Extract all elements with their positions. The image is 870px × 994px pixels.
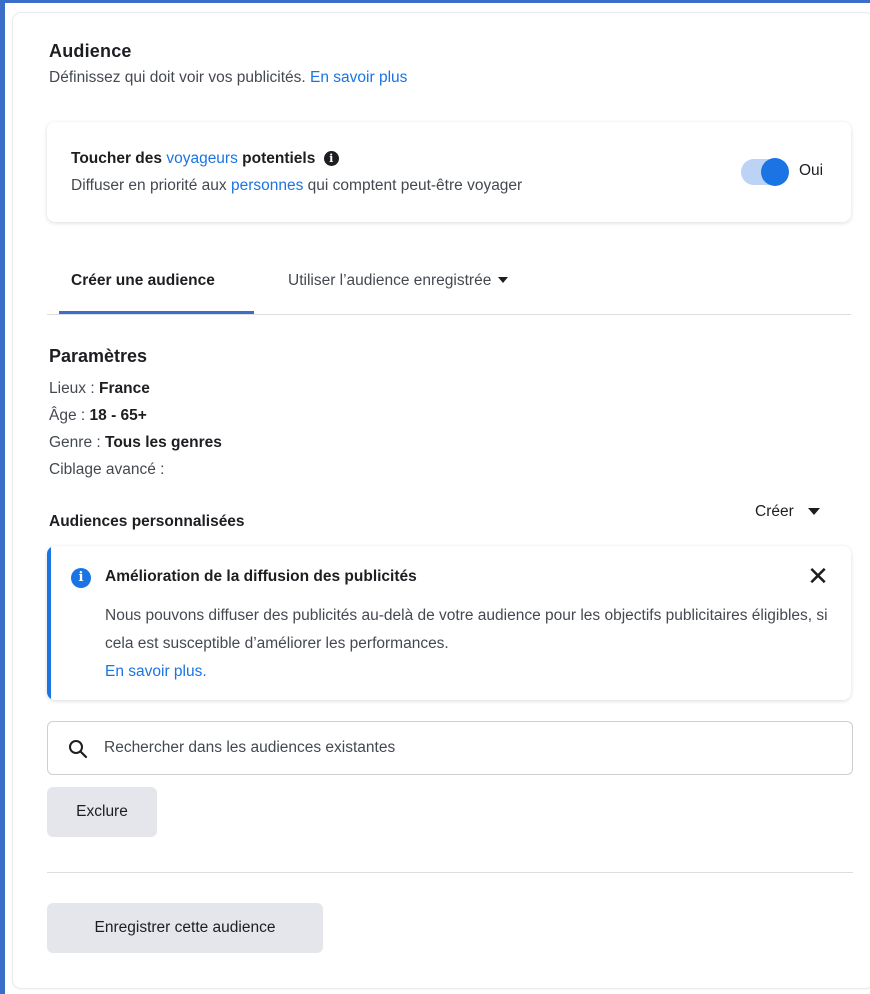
travel-title: Toucher des voyageurs potentiels i (71, 150, 339, 168)
notice-body: Nous pouvons diffuser des publicités au-… (105, 602, 835, 686)
param-location-label: Lieux : (49, 380, 95, 397)
travel-description: Diffuser en priorité aux personnes qui c… (71, 177, 522, 195)
parameters-title: Paramètres (49, 346, 148, 366)
tab-create-audience[interactable]: Créer une audience (59, 263, 254, 314)
delivery-notice: i Amélioration de la diffusion des publi… (47, 546, 851, 700)
divider (47, 872, 853, 873)
tab-create-audience-label: Créer une audience (71, 272, 215, 289)
caret-down-icon (807, 508, 820, 515)
notice-learn-more-link[interactable]: En savoir plus. (105, 663, 207, 680)
param-age-value: 18 - 65+ (89, 407, 147, 424)
toggle-label: Oui (799, 162, 824, 179)
audience-search[interactable] (47, 721, 853, 775)
people-link[interactable]: personnes (231, 177, 303, 194)
create-dropdown-button[interactable]: Créer (755, 503, 820, 521)
param-advanced: Ciblage avancé : (49, 461, 164, 479)
travelers-link[interactable]: voyageurs (166, 150, 238, 167)
param-gender-value: Tous les genres (105, 434, 222, 451)
caret-down-icon (498, 277, 509, 283)
notice-body-text: Nous pouvons diffuser des publicités au-… (105, 607, 828, 652)
param-age: Âge : 18 - 65+ (49, 407, 147, 425)
param-age-label: Âge : (49, 407, 86, 424)
section-title: Audience (49, 41, 132, 61)
window-frame: Audience Définissez qui doit voir vos pu… (0, 0, 870, 994)
param-location: Lieux : France (49, 380, 150, 398)
info-icon[interactable]: i (323, 151, 339, 166)
param-gender-label: Genre : (49, 434, 101, 451)
travel-title-suffix: potentiels (242, 150, 316, 167)
exclude-button[interactable]: Exclure (47, 787, 157, 837)
tab-saved-audience[interactable]: Utiliser l’audience enregistrée (288, 263, 509, 314)
section-subtitle: Définissez qui doit voir vos publicités.… (49, 69, 407, 87)
audience-panel: Audience Définissez qui doit voir vos pu… (13, 13, 870, 988)
travel-toggle[interactable] (741, 158, 789, 186)
search-icon (69, 740, 88, 759)
notice-accent-bar (47, 546, 51, 700)
learn-more-link[interactable]: En savoir plus (310, 69, 407, 86)
section-subtitle-text: Définissez qui doit voir vos publicités. (49, 69, 306, 86)
custom-audiences-title: Audiences personnalisées (49, 513, 245, 530)
tab-saved-audience-label: Utiliser l’audience enregistrée (288, 272, 492, 289)
close-icon[interactable]: ✕ (801, 560, 835, 594)
toggle-knob (761, 158, 789, 186)
param-location-value: France (98, 380, 150, 397)
notice-title: Amélioration de la diffusion des publici… (105, 568, 417, 585)
travel-title-prefix: Toucher des (71, 150, 163, 167)
travel-targeting-card: Toucher des voyageurs potentiels i Diffu… (47, 122, 851, 222)
param-gender: Genre : Tous les genres (49, 434, 222, 452)
info-icon: i (71, 568, 91, 588)
travel-desc-prefix: Diffuser en priorité aux (71, 177, 227, 194)
search-input[interactable] (104, 722, 824, 774)
audience-tabs: Créer une audience Utiliser l’audience e… (47, 263, 851, 315)
create-dropdown-label: Créer (755, 503, 794, 520)
param-advanced-label: Ciblage avancé : (49, 461, 165, 478)
save-audience-button[interactable]: Enregistrer cette audience (47, 903, 323, 953)
travel-desc-suffix: qui comptent peut-être voyager (307, 177, 523, 194)
